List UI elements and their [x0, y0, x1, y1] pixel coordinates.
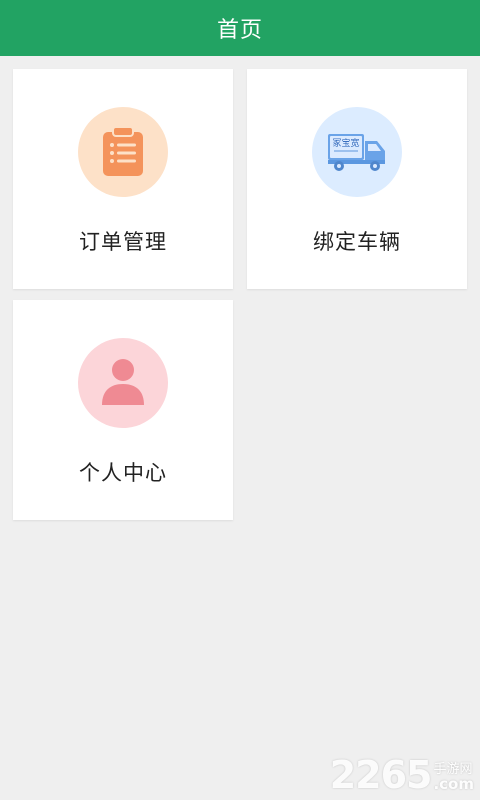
truck-logo-text: 冢宝宽: [332, 137, 359, 149]
personal-center-card[interactable]: 个人中心: [13, 300, 233, 520]
watermark-com: .com: [433, 775, 474, 793]
vehicle-icon-badge: 冢宝宽: [312, 107, 402, 197]
profile-icon-badge: [78, 338, 168, 428]
personal-center-label: 个人中心: [79, 461, 167, 485]
order-icon-badge: [78, 107, 168, 197]
watermark-digits: 2265: [329, 753, 433, 797]
site-watermark: 2265 手游网 .com: [330, 756, 474, 794]
truck-icon: 冢宝宽: [328, 134, 385, 171]
page-title: 首页: [216, 18, 263, 43]
bind-vehicle-card[interactable]: 冢宝宽 绑定车辆: [247, 69, 467, 289]
person-icon: [102, 359, 144, 405]
app-header: 首页: [0, 0, 480, 56]
clipboard-icon: [103, 126, 143, 176]
order-management-card[interactable]: 订单管理: [13, 69, 233, 289]
order-management-label: 订单管理: [79, 230, 167, 254]
bind-vehicle-label: 绑定车辆: [313, 230, 401, 254]
